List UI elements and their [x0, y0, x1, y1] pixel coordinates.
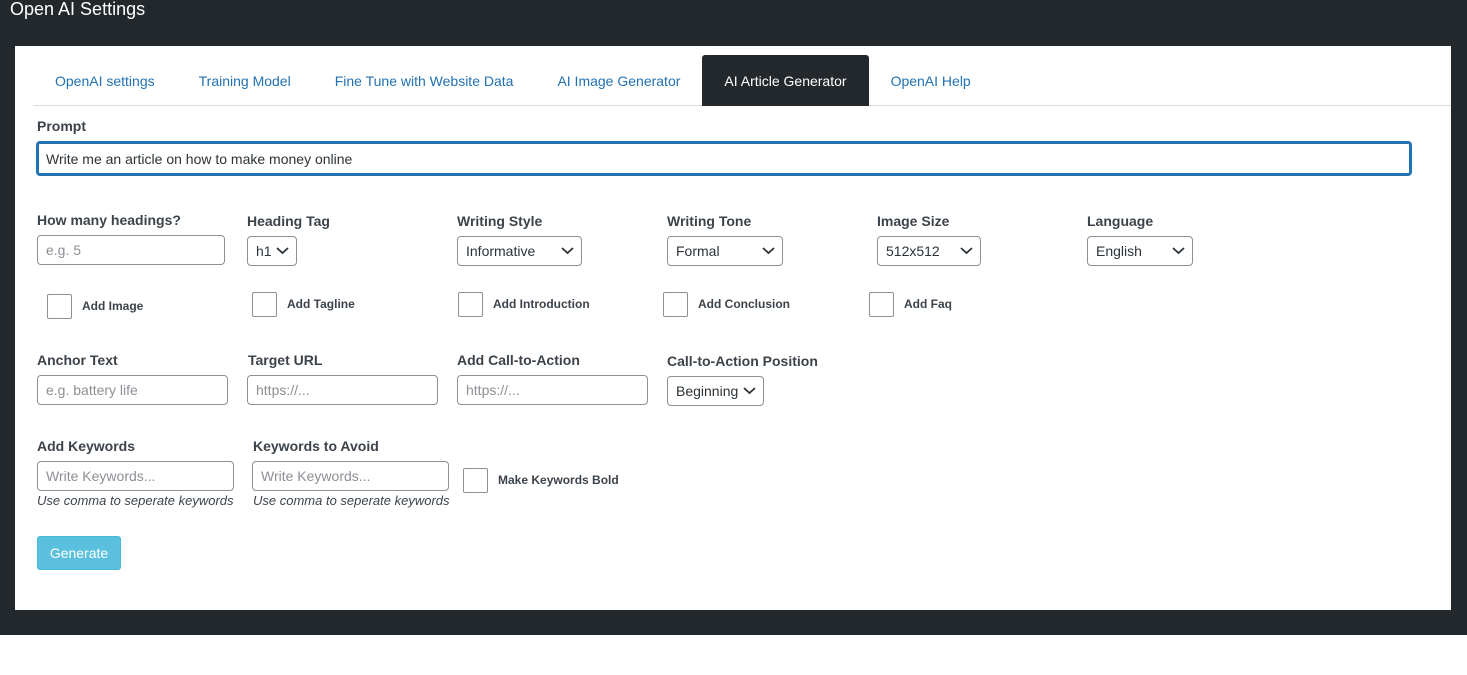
language-label: Language — [1087, 213, 1154, 229]
anchor-text-input[interactable] — [37, 375, 228, 405]
chevron-down-icon — [1172, 247, 1185, 255]
writing-style-label: Writing Style — [457, 213, 543, 229]
tab-openai-help[interactable]: OpenAI Help — [869, 55, 993, 106]
tab-fine-tune[interactable]: Fine Tune with Website Data — [313, 55, 536, 106]
heading-tag-value: h1 — [256, 243, 272, 259]
prompt-input[interactable] — [36, 141, 1412, 176]
cta-position-label: Call-to-Action Position — [667, 353, 818, 369]
bold-keywords-label: Make Keywords Bold — [498, 473, 619, 487]
cta-position-select[interactable]: Beginning — [667, 376, 764, 406]
chevron-down-icon — [743, 387, 756, 395]
tab-article-generator[interactable]: AI Article Generator — [702, 55, 869, 106]
add-keywords-input[interactable] — [37, 461, 234, 491]
chevron-down-icon — [561, 247, 574, 255]
tab-bar: OpenAI settings Training Model Fine Tune… — [33, 55, 1451, 106]
avoid-keywords-label: Keywords to Avoid — [253, 438, 379, 454]
add-conclusion-checkbox[interactable] — [663, 292, 688, 317]
bold-keywords-checkbox[interactable] — [463, 468, 488, 493]
cta-input[interactable] — [457, 375, 648, 405]
add-keywords-label: Add Keywords — [37, 438, 136, 454]
tab-image-generator[interactable]: AI Image Generator — [535, 55, 702, 106]
tab-training-model[interactable]: Training Model — [177, 55, 313, 106]
avoid-keywords-input[interactable] — [252, 461, 449, 491]
page-title: Open AI Settings — [10, 0, 146, 19]
target-url-label: Target URL — [248, 352, 323, 368]
language-value: English — [1096, 243, 1142, 259]
headings-label: How many headings? — [37, 212, 181, 228]
tab-openai-settings[interactable]: OpenAI settings — [33, 55, 177, 106]
image-size-value: 512x512 — [886, 243, 940, 259]
add-image-label: Add Image — [82, 299, 144, 313]
cta-label: Add Call-to-Action — [457, 352, 580, 368]
settings-panel: OpenAI settings Training Model Fine Tune… — [15, 46, 1451, 610]
language-select[interactable]: English — [1087, 236, 1193, 266]
add-tagline-label: Add Tagline — [287, 297, 355, 311]
writing-style-value: Informative — [466, 243, 536, 259]
generate-button[interactable]: Generate — [37, 536, 121, 570]
chevron-down-icon — [276, 247, 289, 255]
add-image-checkbox[interactable] — [47, 294, 72, 319]
image-size-select[interactable]: 512x512 — [877, 236, 981, 266]
add-tagline-checkbox[interactable] — [252, 292, 277, 317]
writing-style-select[interactable]: Informative — [457, 236, 582, 266]
add-faq-label: Add Faq — [904, 297, 952, 311]
anchor-text-label: Anchor Text — [37, 352, 118, 368]
add-faq-checkbox[interactable] — [869, 292, 894, 317]
add-introduction-label: Add Introduction — [493, 297, 590, 311]
writing-tone-value: Formal — [676, 243, 720, 259]
prompt-label: Prompt — [37, 118, 86, 134]
add-keywords-hint: Use comma to seperate keywords — [37, 493, 234, 508]
image-size-label: Image Size — [877, 213, 950, 229]
heading-tag-select[interactable]: h1 — [247, 236, 297, 266]
add-introduction-checkbox[interactable] — [458, 292, 483, 317]
headings-input[interactable] — [37, 235, 225, 265]
add-conclusion-label: Add Conclusion — [698, 297, 790, 311]
heading-tag-label: Heading Tag — [247, 213, 330, 229]
target-url-input[interactable] — [247, 375, 438, 405]
chevron-down-icon — [960, 247, 973, 255]
avoid-keywords-hint: Use comma to seperate keywords — [253, 493, 450, 508]
chevron-down-icon — [762, 247, 775, 255]
cta-position-value: Beginning — [676, 383, 739, 399]
writing-tone-select[interactable]: Formal — [667, 236, 783, 266]
writing-tone-label: Writing Tone — [667, 213, 752, 229]
